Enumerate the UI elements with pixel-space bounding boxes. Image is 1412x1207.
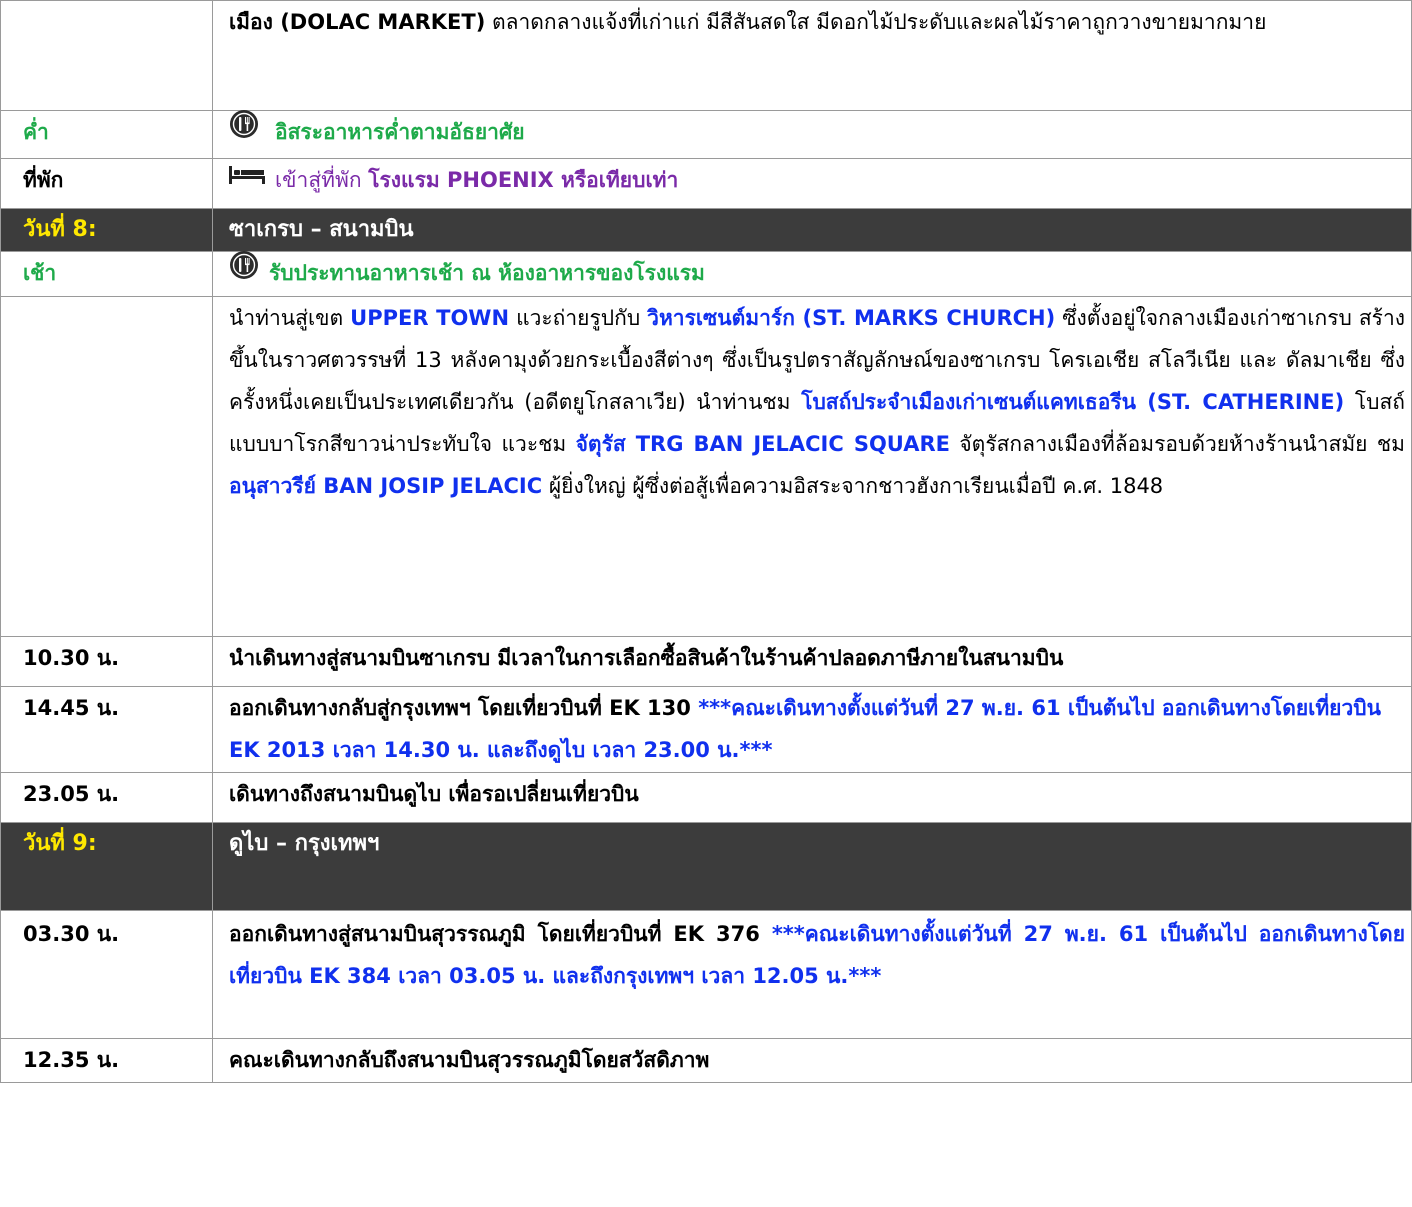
day-header-8: วันที่ 8: ซาเกรบ – สนามบิน xyxy=(0,208,1412,252)
description-cell: อิสระอาหารค่ำตามอัธยาศัย xyxy=(212,109,1412,159)
description-cell: คณะเดินทางกลับถึงสนามบินสุวรรณภูมิโดยสวั… xyxy=(212,1038,1412,1083)
itinerary-row-dinner: ค่ำ อิสระอาหารค่ำตามอัธยาศัย xyxy=(0,109,1412,159)
description-cell: นำท่านสู่เขต UPPER TOWN แวะถ่ายรูปกับ วิ… xyxy=(212,296,1412,637)
itinerary-row-hotel: ที่พัก เข้าสู่ที่พัก โรงแรม PHOENIX หรือ… xyxy=(0,158,1412,209)
description-cell: เดินทางถึงสนามบินดูไบ เพื่อรอเปลี่ยนเที่… xyxy=(212,772,1412,823)
description-cell: เข้าสู่ที่พัก โรงแรม PHOENIX หรือเทียบเท… xyxy=(212,158,1412,209)
meal-icon xyxy=(229,250,259,294)
description-text: จัตุรัสกลางเมืองที่ล้อมรอบด้วยห้างร้านนำ… xyxy=(949,432,1405,456)
place-st-catherine: โบสถ์ประจำเมืองเก่าเซนต์แคทเธอรีน (ST. C… xyxy=(801,390,1345,414)
itinerary-row: 14.45 น. ออกเดินทางกลับสู่กรุงเทพฯ โดยเท… xyxy=(0,686,1412,773)
bed-icon xyxy=(229,158,265,200)
time-cell: 23.05 น. xyxy=(0,772,213,823)
meal-icon xyxy=(229,109,259,153)
day-header-9: วันที่ 9: ดูไบ – กรุงเทพฯ xyxy=(0,822,1412,911)
time-cell xyxy=(0,0,213,111)
hotel-label: ที่พัก xyxy=(0,158,213,209)
time-cell: 14.45 น. xyxy=(0,686,213,773)
day-title: ซาเกรบ – สนามบิน xyxy=(212,208,1412,252)
description-cell: เมือง (DOLAC MARKET) ตลาดกลางแจ้งที่เก่า… xyxy=(212,0,1412,111)
flight-text: ออกเดินทางสู่สนามบินสุวรรณภูมิ โดยเที่ยว… xyxy=(229,922,772,946)
description-cell: รับประทานอาหารเช้า ณ ห้องอาหารของโรงแรม xyxy=(212,250,1412,297)
meal-text: รับประทานอาหารเช้า ณ ห้องอาหารของโรงแรม xyxy=(269,261,705,285)
flight-text: ออกเดินทางกลับสู่กรุงเทพฯ โดยเที่ยวบินที… xyxy=(229,696,699,720)
time-cell xyxy=(0,296,213,637)
day-label: วันที่ 9: xyxy=(0,822,213,911)
itinerary-row: 03.30 น. ออกเดินทางสู่สนามบินสุวรรณภูมิ … xyxy=(0,910,1412,1039)
day-label: วันที่ 8: xyxy=(0,208,213,252)
description-cell: ออกเดินทางกลับสู่กรุงเทพฯ โดยเที่ยวบินที… xyxy=(212,686,1412,773)
day-title: ดูไบ – กรุงเทพฯ xyxy=(212,822,1412,911)
meal-label: ค่ำ xyxy=(0,110,213,159)
itinerary-table: เมือง (DOLAC MARKET) ตลาดกลางแจ้งที่เก่า… xyxy=(0,0,1412,1083)
hotel-name: โรงแรม PHOENIX หรือเทียบเท่า xyxy=(368,168,679,192)
description-cell: ออกเดินทางสู่สนามบินสุวรรณภูมิ โดยเที่ยว… xyxy=(212,910,1412,1039)
description-cell: นำเดินทางสู่สนามบินซาเกรบ มีเวลาในการเลื… xyxy=(212,636,1412,687)
itinerary-row-breakfast: เช้า รับประทานอาหารเช้า ณ ห้องอาหารของโร… xyxy=(0,250,1412,297)
itinerary-row: 23.05 น. เดินทางถึงสนามบินดูไบ เพื่อรอเป… xyxy=(0,772,1412,823)
time-cell: 10.30 น. xyxy=(0,636,213,687)
meal-label: เช้า xyxy=(0,251,213,297)
itinerary-row-tour: นำท่านสู่เขต UPPER TOWN แวะถ่ายรูปกับ วิ… xyxy=(0,296,1412,637)
place-jelacic-square: จัตุรัส TRG BAN JELACIC SQUARE xyxy=(575,432,950,456)
place-st-marks-church: วิหารเซนต์มาร์ก (ST. MARKS CHURCH) xyxy=(647,306,1056,330)
time-cell: 12.35 น. xyxy=(0,1038,213,1083)
description-text: นำท่านสู่เขต xyxy=(229,306,351,330)
place-upper-town: UPPER TOWN xyxy=(350,306,510,330)
place-jelacic-monument: อนุสาวรีย์ BAN JOSIP JELACIC xyxy=(229,474,543,498)
itinerary-row: เมือง (DOLAC MARKET) ตลาดกลางแจ้งที่เก่า… xyxy=(0,0,1412,111)
meal-text: อิสระอาหารค่ำตามอัธยาศัย xyxy=(275,120,525,144)
description-text: ผู้ยิ่งใหญ่ ผู้ซึ่งต่อสู้เพื่อความอิสระจ… xyxy=(542,474,1164,498)
time-cell: 03.30 น. xyxy=(0,910,213,1039)
itinerary-row: 12.35 น. คณะเดินทางกลับถึงสนามบินสุวรรณภ… xyxy=(0,1038,1412,1083)
description-text: แวะถ่ายรูปกับ xyxy=(509,306,648,330)
hotel-intro: เข้าสู่ที่พัก xyxy=(275,168,369,192)
itinerary-row: 10.30 น. นำเดินทางสู่สนามบินซาเกรบ มีเวล… xyxy=(0,636,1412,687)
description-text: ตลาดกลางแจ้งที่เก่าแก่ มีสีสันสดใส มีดอก… xyxy=(485,10,1267,34)
place-name: เมือง (DOLAC MARKET) xyxy=(229,10,486,34)
